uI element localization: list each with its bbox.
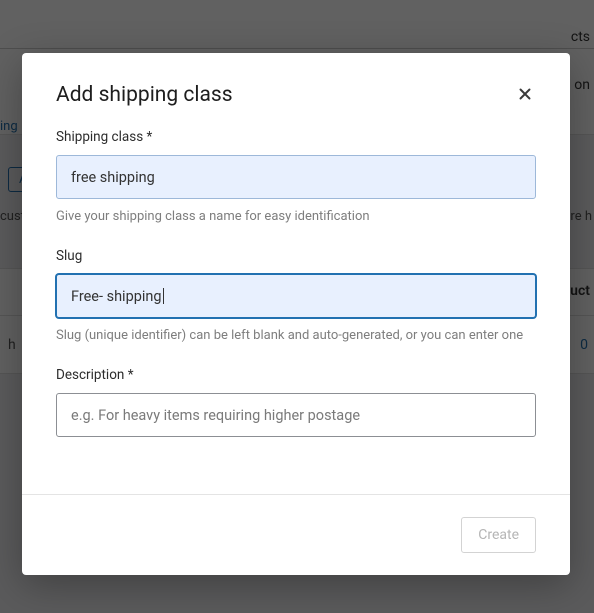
field-shipping-class: Shipping class * Give your shipping clas… — [56, 129, 536, 226]
text-caret — [163, 288, 164, 304]
field-slug: Slug Free- shipping Slug (unique identif… — [56, 248, 536, 345]
add-shipping-class-modal: Add shipping class Shipping class * Give… — [22, 53, 570, 575]
modal-title: Add shipping class — [56, 83, 233, 107]
slug-help: Slug (unique identifier) can be left bla… — [56, 327, 536, 345]
field-description: Description * — [56, 367, 536, 437]
slug-input-value: Free- shipping — [71, 288, 162, 305]
modal-header: Add shipping class — [22, 53, 570, 129]
description-input[interactable] — [56, 393, 536, 437]
modal-footer: Create — [22, 494, 570, 575]
slug-label: Slug — [56, 248, 536, 264]
shipping-class-label: Shipping class * — [56, 129, 536, 145]
close-icon — [516, 85, 534, 103]
slug-input[interactable]: Free- shipping — [56, 274, 536, 318]
shipping-class-input[interactable] — [56, 155, 536, 199]
modal-body: Shipping class * Give your shipping clas… — [22, 129, 570, 494]
close-button[interactable] — [514, 83, 536, 105]
description-label: Description * — [56, 367, 536, 383]
shipping-class-help: Give your shipping class a name for easy… — [56, 208, 536, 226]
create-button[interactable]: Create — [461, 517, 536, 553]
